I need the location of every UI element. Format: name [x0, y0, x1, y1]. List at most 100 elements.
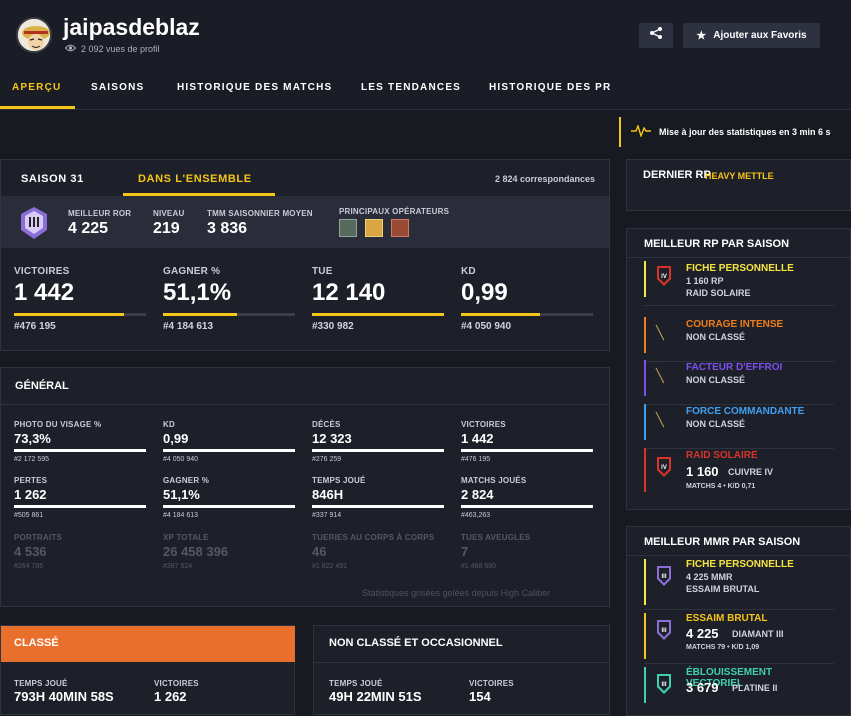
rp-season-name: FACTEUR D'EFFROI	[686, 362, 783, 373]
rp-season-name: RAID SOLAIRE	[686, 450, 758, 461]
update-notice-text: Mise à jour des statistiques en 3 min 6 …	[659, 127, 831, 137]
general-stat-rank: #4 050 940	[163, 456, 199, 463]
copper-rank-icon: IV	[656, 456, 672, 478]
general-stat: PHOTO DU VISAGE % 73,3% #2 172 595	[14, 420, 146, 463]
general-stat-value: 73,3%	[14, 431, 51, 446]
mmr-season-name: FICHE PERSONNELLE	[686, 559, 794, 570]
stat-label: VICTOIRES	[14, 266, 70, 277]
operators-label: PRINCIPAUX OPÉRATEURS	[339, 207, 450, 216]
general-stat-label: TEMPS JOUÉ	[312, 476, 366, 485]
mmr-season-row[interactable]: III ESSAIM BRUTAL 4 225 DIAMANT III MATCHS 7…	[644, 613, 824, 659]
general-stat-label: TUES AVEUGLES	[461, 533, 531, 542]
copper-rank-icon: IV	[656, 265, 672, 287]
pulse-icon	[631, 123, 651, 139]
eye-icon	[64, 44, 77, 54]
tab-seasons[interactable]: SAISONS	[91, 82, 144, 93]
level-value: 219	[153, 220, 180, 237]
rp-season-name: FORCE COMMANDANTE	[686, 406, 805, 417]
mmr-rank: PLATINE II	[732, 683, 778, 693]
stat-label: KD	[461, 266, 476, 277]
ranked-title: CLASSÉ	[14, 637, 59, 649]
general-stat-rank: #1 468 580	[461, 563, 497, 570]
stat-bar-fill	[461, 313, 541, 316]
rp-season-row[interactable]: IV FICHE PERSONNELLE 1 160 RP RAID SOLAIRE	[644, 261, 824, 298]
general-stat-value: 26 458 396	[163, 544, 229, 559]
season-panel: SAISON 31 DANS L'ENSEMBLE 2 824 correspo…	[0, 159, 610, 351]
general-stat-rank: #463,263	[461, 512, 491, 519]
unranked-time: 49H 22MIN 51S	[329, 689, 422, 704]
diamond-rank-icon: III	[656, 565, 672, 587]
tab-trends[interactable]: LES TENDANCES	[361, 82, 461, 93]
general-stat-rank: #337 914	[312, 512, 342, 519]
rp-season-row[interactable]: ╲ COURAGE INTENSE NON CLASSÉ	[644, 317, 824, 353]
general-stat-bar	[461, 505, 593, 508]
general-stat: VICTOIRES 1 442 #476 195	[461, 420, 593, 463]
level-label: NIVEAU	[153, 209, 185, 218]
operator-icon[interactable]	[391, 219, 409, 237]
ranked-time: 793H 40MIN 58S	[14, 689, 114, 704]
general-stat-bar	[312, 449, 444, 452]
mmr-line2: ESSAIM BRUTAL	[686, 584, 760, 594]
matches-count: 2 824 correspondances	[494, 174, 595, 184]
general-stat-value: 1 442	[461, 431, 494, 446]
season-color-stripe	[644, 448, 646, 492]
ranked-panel: CLASSÉ TEMPS JOUÉ 793H 40MIN 58S VICTOIR…	[0, 625, 295, 715]
general-stat-label: KD	[163, 420, 175, 429]
rp-season-row[interactable]: IV RAID SOLAIRE 1 160 CUIVRE IV MATCHS 4 • K…	[644, 448, 824, 492]
active-tab-indicator	[0, 106, 75, 109]
mmr-season-row[interactable]: III FICHE PERSONNELLE 4 225 MMR ESSAIM BRUT…	[644, 559, 824, 605]
operator-icon[interactable]	[339, 219, 357, 237]
rp-season-name: COURAGE INTENSE	[686, 319, 784, 330]
add-favorite-button[interactable]: ★ Ajouter aux Favoris	[683, 23, 820, 48]
share-button[interactable]	[639, 23, 673, 48]
divider	[644, 663, 834, 664]
svg-text:III: III	[661, 628, 666, 634]
divider	[644, 609, 834, 610]
divider	[644, 305, 834, 306]
unranked-time-label: TEMPS JOUÉ	[329, 679, 383, 688]
general-stat-label: TUERIES AU CORPS À CORPS	[312, 533, 435, 542]
rp-line1: 1 160 RP	[686, 276, 724, 286]
divider	[627, 257, 850, 258]
rp-line2: RAID SOLAIRE	[686, 288, 751, 298]
general-stat-value: 2 824	[461, 487, 494, 502]
stat-bar-fill	[312, 313, 444, 316]
update-notice: Mise à jour des statistiques en 3 min 6 …	[619, 117, 851, 147]
tmm-value: 3 836	[207, 220, 248, 237]
best-rp-title: MEILLEUR RP PAR SAISON	[644, 238, 790, 250]
tab-season-31[interactable]: SAISON 31	[21, 173, 84, 185]
svg-text:III: III	[661, 574, 666, 580]
favorite-label: Ajouter aux Favoris	[713, 30, 807, 41]
tab-rp-history[interactable]: HISTORIQUE DES PR	[489, 82, 611, 93]
tab-overall[interactable]: DANS L'ENSEMBLE	[138, 173, 252, 185]
avatar	[16, 17, 52, 53]
mmr-value: 4 225	[686, 626, 719, 641]
general-stat-label: GAGNER %	[163, 476, 210, 485]
rp-rank: CUIVRE IV	[728, 467, 774, 477]
general-stat-label: PERTES	[14, 476, 48, 485]
rp-season-row[interactable]: ╲ FACTEUR D'EFFROI NON CLASSÉ	[644, 360, 824, 396]
unranked-icon: ╲	[656, 325, 664, 340]
rp-season-row[interactable]: ╲ FORCE COMMANDANTE NON CLASSÉ	[644, 404, 824, 440]
stat-value: 12 140	[312, 279, 386, 306]
tab-overview[interactable]: APERÇU	[12, 82, 61, 93]
mmr-rank: DIAMANT III	[732, 629, 784, 639]
best-mmr-panel: MEILLEUR MMR PAR SAISON III FICHE PERSONN…	[626, 526, 851, 716]
stat-label: TUE	[312, 266, 333, 277]
mmr-season-row[interactable]: III ÉBLOUISSEMENT VECTORIEL 3 679 PLATINE I…	[644, 667, 824, 713]
general-panel: GÉNÉRAL PHOTO DU VISAGE % 73,3% #2 172 595…	[0, 367, 610, 607]
general-stat-value: 4 536	[14, 544, 47, 559]
rp-season-name: FICHE PERSONNELLE	[686, 263, 794, 274]
tab-match-history[interactable]: HISTORIQUE DES MATCHS	[177, 82, 332, 93]
general-stat: XP TOTALE 26 458 396 #387 524	[163, 533, 228, 570]
general-stat: PERTES 1 262 #505 861	[14, 476, 146, 519]
unranked-title: NON CLASSÉ ET OCCASIONNEL	[329, 637, 503, 649]
general-stat-bar	[312, 505, 444, 508]
last-rp-season: HEAVY METTLE	[705, 171, 774, 181]
general-title: GÉNÉRAL	[15, 380, 69, 392]
svg-text:III: III	[661, 682, 666, 688]
stat-value: 1 442	[14, 279, 75, 306]
general-stat-value: 7	[461, 544, 469, 559]
general-stat: MATCHS JOUÉS 2 824 #463,263	[461, 476, 593, 519]
operator-icon[interactable]	[365, 219, 383, 237]
